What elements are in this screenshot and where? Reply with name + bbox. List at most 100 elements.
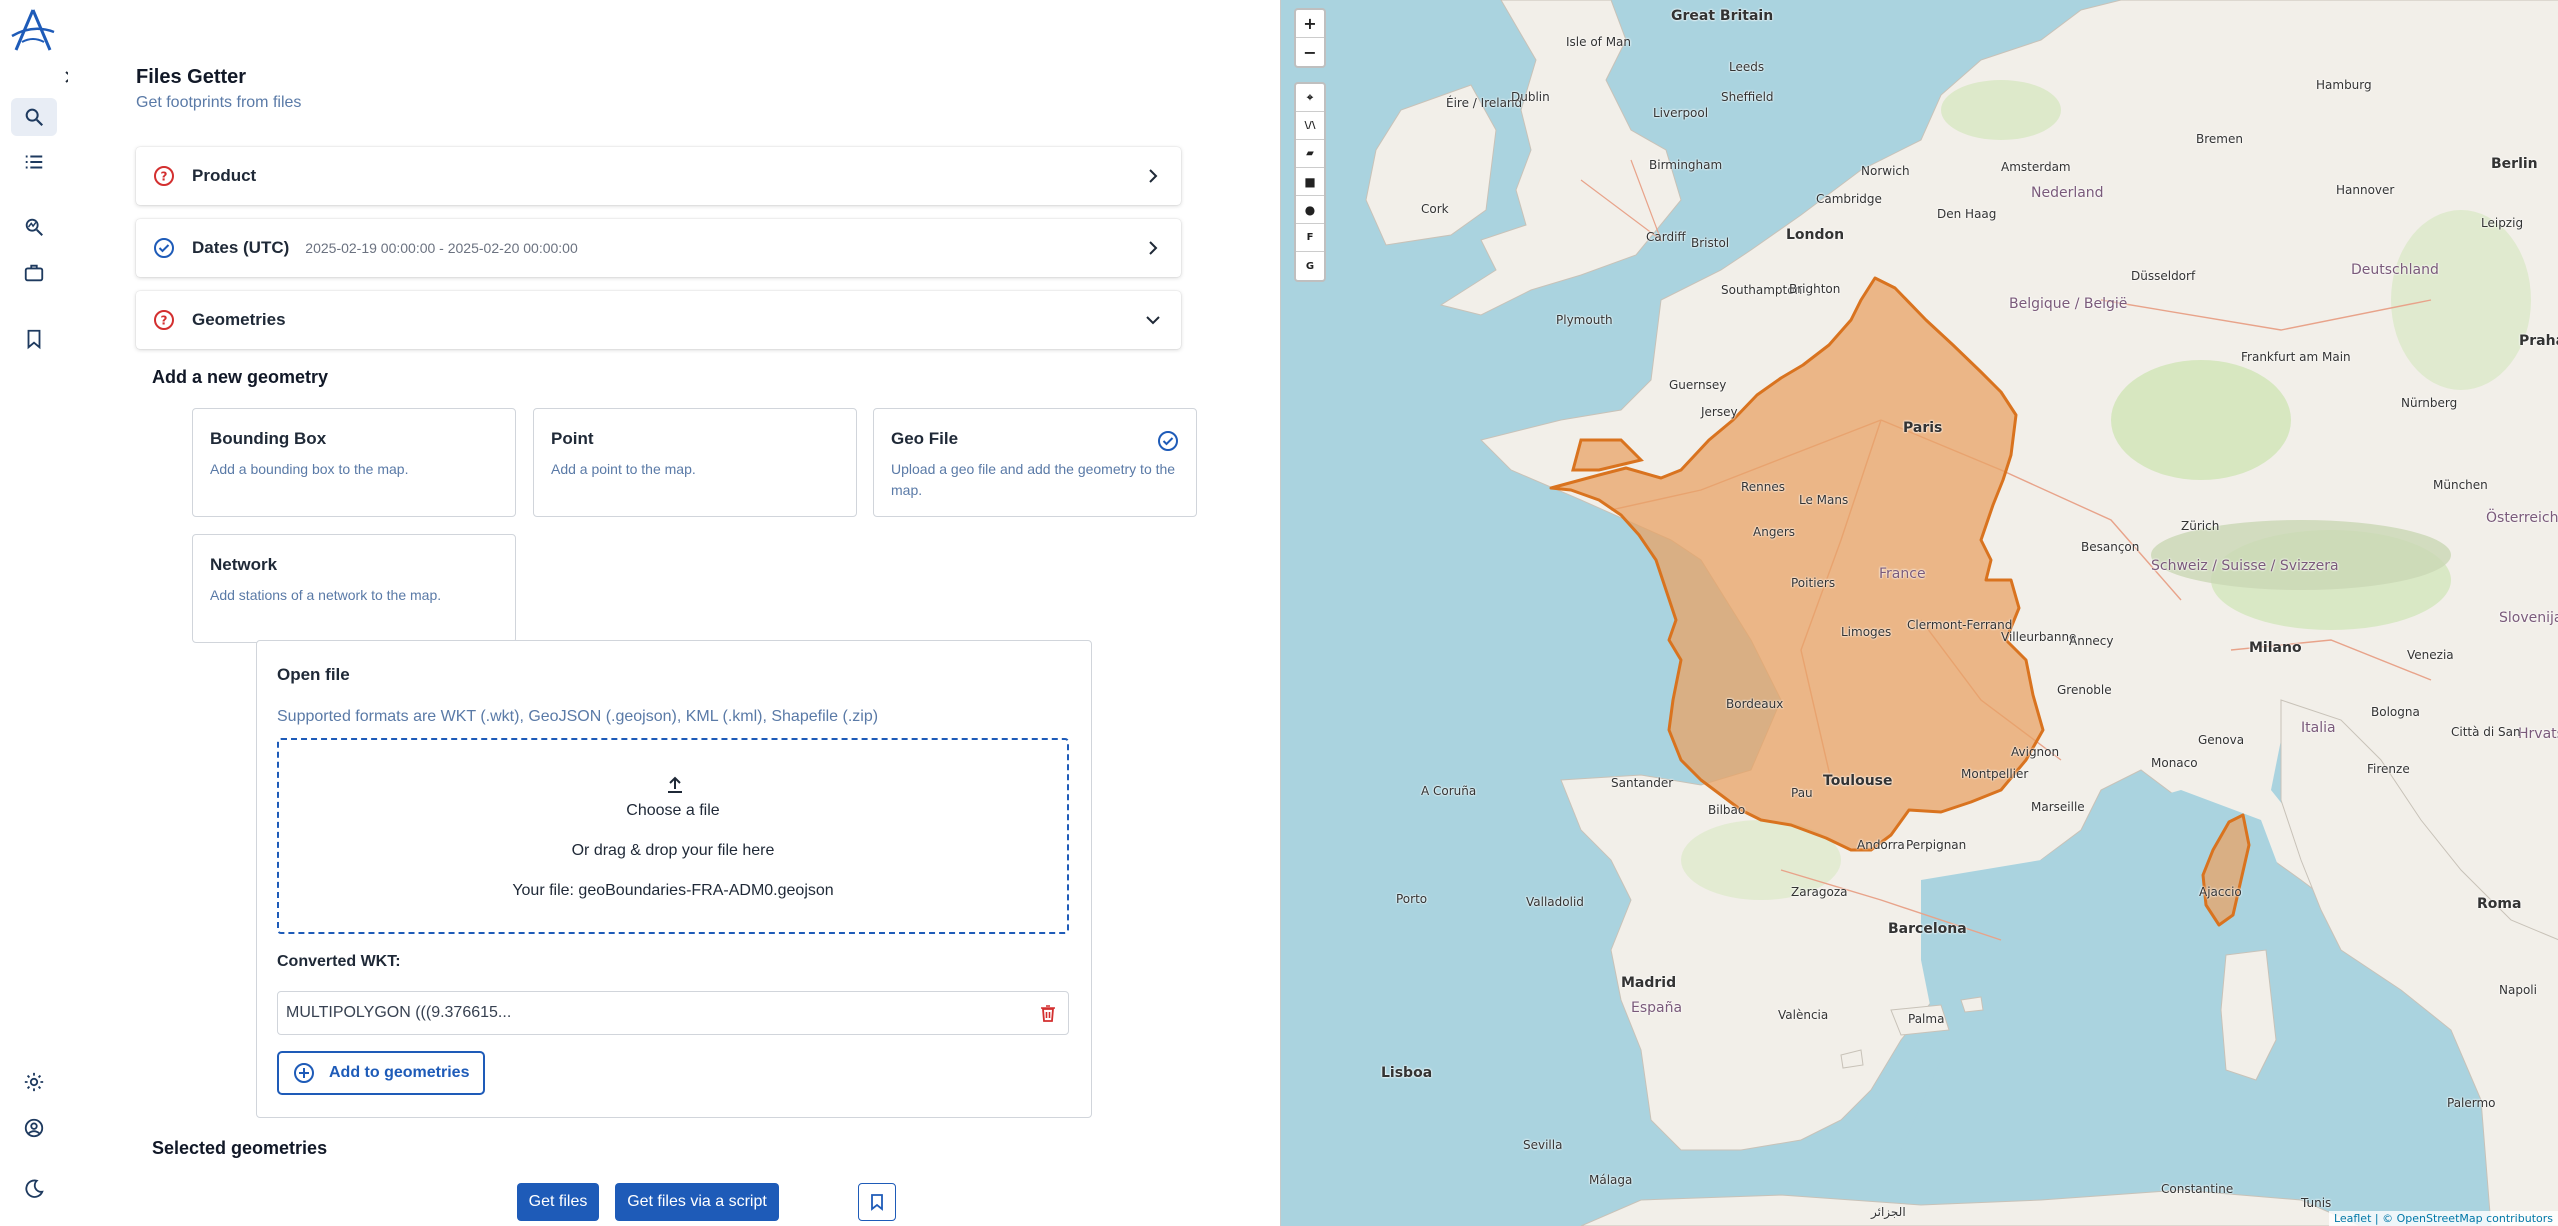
map-label: Nederland bbox=[2031, 185, 2104, 201]
map-label: France bbox=[1879, 566, 1926, 582]
map-label: Hamburg bbox=[2316, 78, 2372, 92]
list-icon bbox=[25, 155, 43, 169]
draw-polyline-button[interactable]: \/\ bbox=[1296, 112, 1324, 140]
option-description: Upload a geo file and add the geometry t… bbox=[891, 461, 1176, 498]
files-getter-panel: Files Getter Get footprints from files ?… bbox=[68, 0, 1280, 1226]
accordion-product[interactable]: ? Product bbox=[136, 147, 1181, 205]
zoom-in-button[interactable]: + bbox=[1296, 10, 1324, 38]
map-label: München bbox=[2433, 478, 2488, 492]
map-label: Palermo bbox=[2447, 1096, 2496, 1110]
map-label: Bilbao bbox=[1708, 803, 1746, 817]
map-label: Great Britain bbox=[1671, 8, 1774, 24]
map-label: الجزائر bbox=[1871, 1205, 1906, 1219]
accordion-dates[interactable]: Dates (UTC) 2025-02-19 00:00:00 - 2025-0… bbox=[136, 219, 1181, 277]
map-label: Avignon bbox=[2011, 745, 2060, 759]
analytics-nav-button[interactable] bbox=[11, 208, 57, 246]
map-label: Isle of Man bbox=[1566, 35, 1632, 49]
map-label: Guernsey bbox=[1669, 378, 1727, 392]
draw-rectangle-button[interactable]: ■ bbox=[1296, 168, 1324, 196]
map-label: Genova bbox=[2198, 733, 2245, 747]
drag-drop-hint: Or drag & drop your file here bbox=[571, 842, 775, 859]
check-circle-icon bbox=[1158, 431, 1178, 451]
geometry-option-point[interactable]: Point Add a point to the map. bbox=[533, 408, 857, 517]
map-label: Monaco bbox=[2151, 756, 2198, 770]
wkt-input[interactable] bbox=[286, 1004, 1006, 1022]
list-nav-button[interactable] bbox=[11, 143, 57, 181]
file-drop-zone[interactable]: Choose a file Or drag & drop your file h… bbox=[277, 738, 1069, 934]
option-description: Add stations of a network to the map. bbox=[210, 587, 442, 603]
geometry-option-network[interactable]: Network Add stations of a network to the… bbox=[192, 534, 516, 643]
converted-wkt-label: Converted WKT: bbox=[277, 953, 401, 970]
map-label: Frankfurt am Main bbox=[2241, 350, 2351, 364]
geometry-option-geo-file[interactable]: Geo File Upload a geo file and add the g… bbox=[873, 408, 1197, 517]
map-label: Besançon bbox=[2081, 540, 2140, 554]
choose-file-label[interactable]: Choose a file bbox=[279, 802, 1067, 820]
map-label: Cardiff bbox=[1646, 230, 1686, 244]
map-label: Slovenija bbox=[2499, 610, 2558, 626]
map-label: Paris bbox=[1903, 420, 1943, 436]
bookmark-search-button[interactable] bbox=[858, 1183, 896, 1221]
tool-f-button[interactable]: F bbox=[1296, 224, 1324, 252]
account-nav-button[interactable] bbox=[11, 1109, 57, 1147]
map-label: Praha bbox=[2519, 333, 2558, 349]
tool-g-button[interactable]: G bbox=[1296, 252, 1324, 280]
map-label: Cork bbox=[1421, 202, 1449, 216]
map-label: Dublin bbox=[1511, 90, 1550, 104]
help-warning-icon: ? bbox=[152, 308, 176, 332]
map-label: Madrid bbox=[1621, 975, 1677, 991]
map-view[interactable]: Great Britain Isle of Man Éire / Ireland… bbox=[1280, 0, 2558, 1226]
map-label: Bremen bbox=[2196, 132, 2243, 146]
map-label: Cambridge bbox=[1816, 192, 1882, 206]
bookmark-icon bbox=[871, 1194, 883, 1211]
map-label: Düsseldorf bbox=[2131, 269, 2196, 283]
draw-circle-button[interactable]: ● bbox=[1296, 196, 1324, 224]
map-label: Deutschland bbox=[2351, 262, 2439, 278]
map-label: A Coruña bbox=[1421, 784, 1477, 798]
map-label: Leipzig bbox=[2481, 216, 2524, 230]
check-circle-icon bbox=[152, 236, 176, 260]
zoom-out-button[interactable]: − bbox=[1296, 38, 1324, 66]
search-nav-button[interactable] bbox=[11, 98, 57, 136]
baskets-nav-button[interactable] bbox=[11, 254, 57, 292]
map-label: València bbox=[1778, 1008, 1829, 1022]
app-logo[interactable] bbox=[8, 6, 58, 56]
map-label: Hrvatska bbox=[2518, 726, 2558, 742]
option-title: Bounding Box bbox=[210, 429, 327, 448]
map-label: Roma bbox=[2477, 896, 2522, 912]
draw-polygon-button[interactable]: ▰ bbox=[1296, 140, 1324, 168]
map-label: Amsterdam bbox=[2001, 160, 2071, 174]
map-label: Palma bbox=[1908, 1012, 1945, 1026]
add-to-geometries-button[interactable]: Add to geometries bbox=[277, 1051, 485, 1095]
bookmarks-nav-button[interactable] bbox=[11, 320, 57, 358]
map-label: Le Mans bbox=[1799, 493, 1849, 507]
map-label: London bbox=[1786, 227, 1845, 243]
map-label: Jersey bbox=[1701, 405, 1738, 419]
attribution-text[interactable]: Leaflet | © OpenStreetMap contributors bbox=[2334, 1212, 2553, 1225]
map-label: Angers bbox=[1753, 525, 1795, 539]
map-label: Città di San bbox=[2451, 725, 2521, 739]
map-label: Den Haag bbox=[1937, 207, 1997, 221]
settings-nav-button[interactable] bbox=[11, 1063, 57, 1101]
map-label: Barcelona bbox=[1888, 921, 1967, 937]
get-files-script-button[interactable]: Get files via a script bbox=[615, 1183, 779, 1221]
delete-icon[interactable] bbox=[1038, 1003, 1058, 1023]
draw-marker-button[interactable]: ⌖ bbox=[1296, 84, 1324, 112]
map-label: Clermont-Ferrand bbox=[1907, 618, 2013, 632]
accordion-geometries[interactable]: ? Geometries bbox=[136, 291, 1181, 349]
get-files-button[interactable]: Get files bbox=[517, 1183, 599, 1221]
map-label: Grenoble bbox=[2057, 683, 2112, 697]
map-label: Belgique / België bbox=[2009, 296, 2128, 312]
map-label: Málaga bbox=[1589, 1173, 1633, 1187]
page-title: Files Getter bbox=[136, 66, 247, 88]
search-icon bbox=[25, 108, 44, 127]
geometry-option-bounding-box[interactable]: Bounding Box Add a bounding box to the m… bbox=[192, 408, 516, 517]
bookmark-icon bbox=[27, 329, 41, 350]
option-title: Point bbox=[551, 429, 594, 448]
map-attribution: Leaflet | © OpenStreetMap contributors bbox=[2328, 1211, 2558, 1226]
option-description: Add a bounding box to the map. bbox=[210, 461, 409, 477]
map-label: Napoli bbox=[2499, 983, 2537, 997]
map-label: Nürnberg bbox=[2401, 396, 2458, 410]
converted-wkt-field bbox=[277, 991, 1069, 1035]
map-label: Hannover bbox=[2336, 183, 2395, 197]
dark-mode-toggle[interactable] bbox=[11, 1170, 57, 1208]
